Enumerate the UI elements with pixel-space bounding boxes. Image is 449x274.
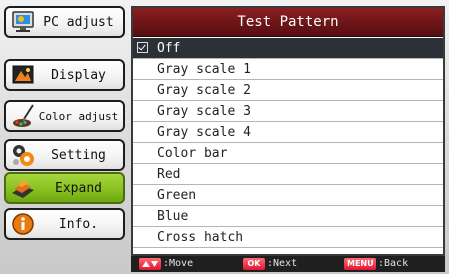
paint-brush-icon <box>8 102 38 130</box>
option-gray-scale-4[interactable]: Gray scale 4 <box>133 122 443 143</box>
option-gray-scale-2[interactable]: Gray scale 2 <box>133 80 443 101</box>
display-icon <box>8 61 38 89</box>
info-icon <box>8 210 38 238</box>
option-label: Gray scale 4 <box>157 125 251 140</box>
option-gray-scale-3[interactable]: Gray scale 3 <box>133 101 443 122</box>
menu-item-info[interactable]: Info. <box>4 208 125 240</box>
option-red[interactable]: Red <box>133 164 443 185</box>
hint-move: :Move <box>139 257 193 271</box>
hint-next: OK :Next <box>243 257 297 271</box>
hint-back: MENU :Back <box>344 257 408 271</box>
option-green[interactable]: Green <box>133 185 443 206</box>
option-label: Green <box>157 188 197 203</box>
option-label: Off <box>157 41 181 56</box>
menu-key-icon: MENU <box>344 258 376 270</box>
expand-hand-icon <box>8 174 38 202</box>
menu-item-color-adjust[interactable]: Color adjust <box>4 100 125 132</box>
option-off[interactable]: Off <box>133 38 443 59</box>
menu-item-label: Info. <box>58 216 99 232</box>
option-blue[interactable]: Blue <box>133 206 443 227</box>
menu-item-label: Color adjust <box>38 109 119 123</box>
monitor-icon <box>8 8 38 36</box>
projector-osd: PC adjust Display Color adjust Setting E… <box>0 0 449 274</box>
menu-item-label: Display <box>51 67 106 83</box>
menu-item-label: Setting <box>51 147 106 163</box>
option-label: Color bar <box>157 146 228 161</box>
ok-key-icon: OK <box>243 258 265 270</box>
option-label: Gray scale 3 <box>157 104 251 119</box>
option-label: Cross hatch <box>157 230 244 245</box>
hint-move-text: :Move <box>163 258 194 269</box>
menu-item-setting[interactable]: Setting <box>4 139 125 171</box>
hint-bar: :Move OK :Next MENU :Back <box>131 256 445 272</box>
up-down-arrow-key-icon <box>139 258 161 270</box>
option-cross-hatch[interactable]: Cross hatch <box>133 227 443 248</box>
option-label: Gray scale 2 <box>157 83 251 98</box>
menu-item-label: Expand <box>55 180 102 196</box>
checkmark-icon <box>137 42 148 53</box>
option-label: Red <box>157 167 181 182</box>
menu-item-expand[interactable]: Expand <box>4 172 125 204</box>
menu-item-pc-adjust[interactable]: PC adjust <box>4 6 125 38</box>
panel-title: Test Pattern <box>133 8 443 37</box>
option-label: Gray scale 1 <box>157 62 251 77</box>
option-gray-scale-1[interactable]: Gray scale 1 <box>133 59 443 80</box>
test-pattern-panel: Test Pattern Off Gray scale 1 Gray scale… <box>131 6 445 256</box>
menu-item-display[interactable]: Display <box>4 59 125 91</box>
hint-next-text: :Next <box>267 258 298 269</box>
hint-back-text: :Back <box>378 258 409 269</box>
gears-icon <box>8 141 38 169</box>
option-color-bar[interactable]: Color bar <box>133 143 443 164</box>
option-label: Blue <box>157 209 189 224</box>
menu-item-label: PC adjust <box>43 14 114 30</box>
